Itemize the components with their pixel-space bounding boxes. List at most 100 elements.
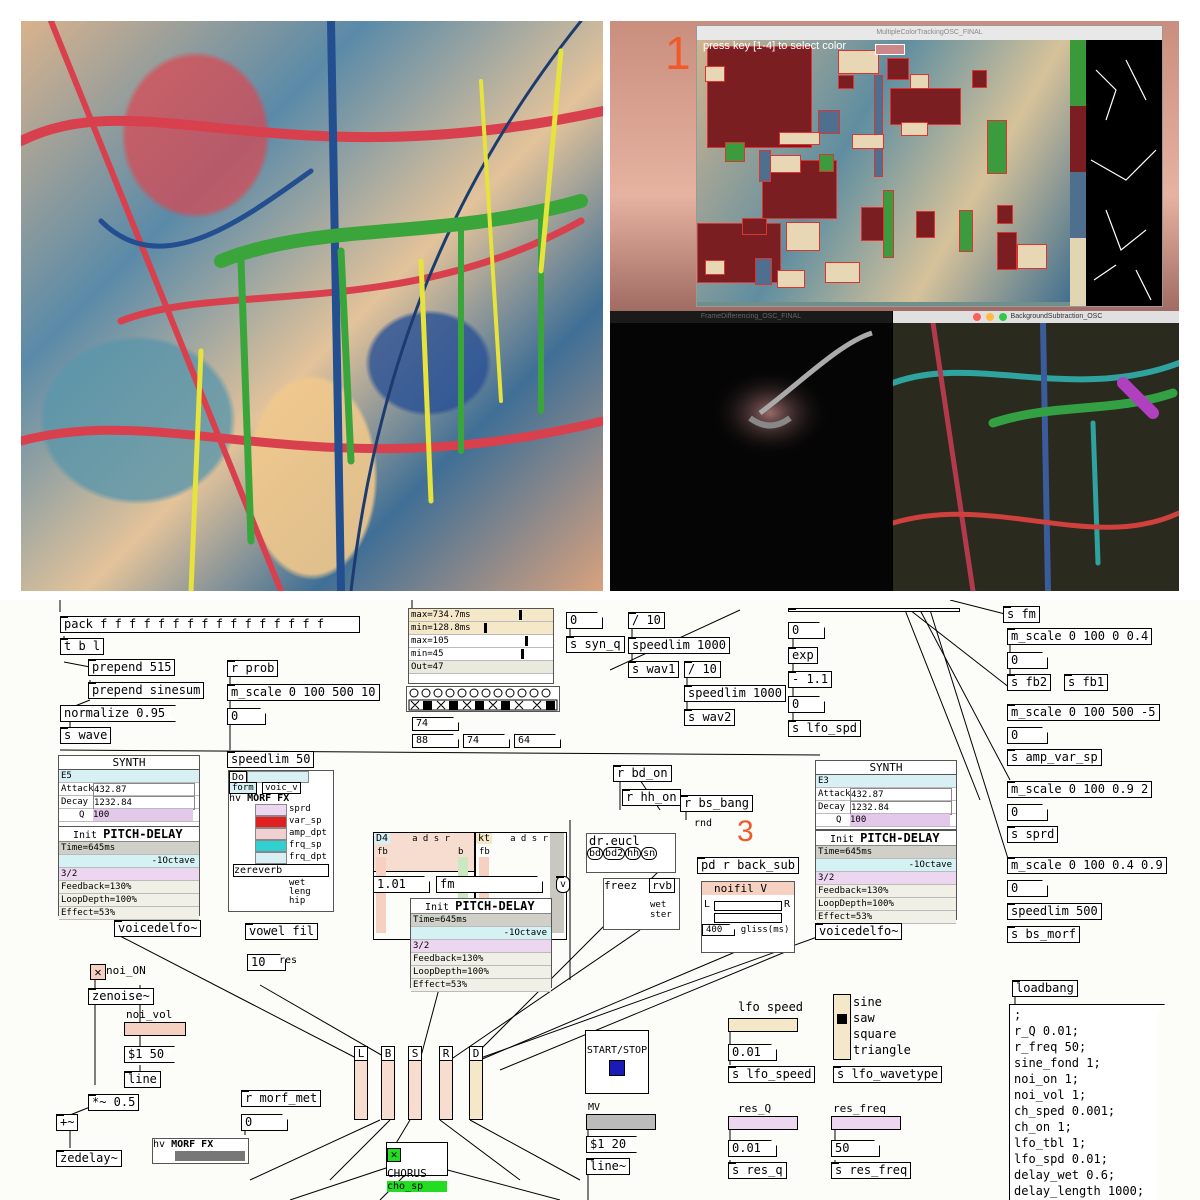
line-tilde-object[interactable]: line~ [586,1158,631,1175]
speedlim-1000b-object[interactable]: speedlim 1000 [684,685,786,702]
chorus-speed[interactable]: cho_sp [387,1181,447,1192]
send-wav2-object[interactable]: s wav2 [684,709,736,726]
minimize-icon[interactable] [985,313,994,321]
send-wav1-object[interactable]: s wav1 [628,661,680,678]
loop-row-2[interactable]: LoopDepth=100% [411,966,551,979]
zereverb-label[interactable]: zereverb [233,864,329,877]
q-row[interactable]: Q 100 [59,809,199,822]
top-object[interactable] [788,608,960,612]
zedelay-object[interactable]: zedelay~ [56,1150,122,1167]
chorus-panel[interactable]: ✕ CHORUS cho_sp [386,1142,448,1192]
frame-differencing-window[interactable]: FrameDifferencing_OSC_FINAL [610,311,892,591]
div10b-object[interactable]: / 10 [684,661,721,678]
waveform-radio[interactable] [833,994,851,1060]
syn-q-number[interactable]: 0 [566,612,603,629]
voicedelfo-right[interactable]: voicedelfo~ [815,923,903,940]
pitch-delay-right[interactable]: Init PITCH-DELAY Time=645ms -1Octave 3/2… [815,830,957,924]
mscale-bs-object[interactable]: m_scale 0 100 0.4 0.9 [1007,857,1167,874]
vowel-fil-object[interactable]: vowel fil [245,923,319,940]
morf-met-number[interactable]: 0 [241,1114,288,1131]
speedlim-500-object[interactable]: speedlim 500 [1007,903,1102,920]
line-object[interactable]: line [124,1071,161,1088]
time-row[interactable]: Time=645ms [59,842,199,855]
send-fb2-object[interactable]: s fb2 [1007,674,1052,691]
decay-row[interactable]: Decay 1232.84 [59,796,199,810]
effect-row-2[interactable]: Effect=53% [411,979,551,992]
chorus-toggle[interactable]: ✕ [387,1148,401,1162]
speedlim-1000-object[interactable]: speedlim 1000 [628,637,730,654]
mscale-sprd-object[interactable]: m_scale 0 100 0.9 2 [1007,781,1153,798]
step-toggle-row[interactable] [406,686,560,712]
synth-right-note[interactable]: E3 [816,775,956,788]
background-subtraction-window[interactable]: BackgroundSubtraction_OSC [893,311,1179,591]
bd2-toggle[interactable]: bd2 [603,847,626,860]
bs-number[interactable]: 0 [1007,880,1048,897]
mixer-slider-B[interactable]: B [381,1046,395,1120]
octave-row-3[interactable]: -1Octave [816,859,956,872]
rvb-label[interactable]: rvb [649,878,676,893]
mixer-slider-L[interactable]: L [354,1046,368,1120]
morf-sliders[interactable]: sprd var_sp amp_dpt frq_sp frq_dpt [229,804,333,864]
num-64[interactable]: 64 [514,734,561,748]
morf-fx-panel[interactable]: Do form voic_v hv MORF FX sprd var_sp am… [228,770,334,912]
minus-object[interactable]: - 1.1 [788,671,833,688]
send-fb1-object[interactable]: s fb1 [1064,674,1109,691]
receive-prob-object[interactable]: r prob [227,660,279,677]
min-row[interactable]: min=45 [409,648,553,661]
prepend-515-object[interactable]: prepend 515 [88,659,176,676]
morf-fx-small[interactable]: hv MORF FX [152,1138,249,1164]
fb-number[interactable]: 0 [1007,652,1048,669]
mixer-slider-S[interactable]: S [408,1046,422,1120]
div10-object[interactable]: / 10 [628,612,665,629]
time-row-2[interactable]: Time=645ms [411,914,551,927]
octave-row-2[interactable]: -1Octave [411,927,551,940]
send-res-freq[interactable]: s res_freq [831,1162,912,1179]
max-row[interactable]: max=105 [409,635,553,648]
q-row-right[interactable]: Q 100 [816,814,956,827]
mscale-amp-object[interactable]: m_scale 0 100 500 -5 [1007,704,1160,721]
send-lfo-spd-object[interactable]: s lfo_spd [788,720,862,737]
loadbang-object[interactable]: loadbang [1012,980,1078,997]
normalize-message[interactable]: normalize 0.95 [60,705,176,722]
dollar-1-20-message[interactable]: $1 20 [586,1136,637,1153]
synth-right-panel[interactable]: SYNTH E3 Attack 432.87 Decay 1232.84 Q 1… [815,760,957,830]
send-syn-q-object[interactable]: s syn_q [566,636,625,653]
v-object[interactable]: v [556,876,571,893]
noifil-panel[interactable]: noifil V L R 400 gliss(ms) [701,881,795,953]
noi-on-toggle[interactable]: ✕ [90,964,106,980]
time-row-3[interactable]: Time=645ms [816,846,956,859]
num-74b[interactable]: 74 [463,734,510,748]
dollar-1-50-message[interactable]: $1 50 [124,1046,175,1063]
pitch-delay-left[interactable]: Init PITCH-DELAY Time=645ms -1Octave 3/2… [58,826,200,920]
exp-object[interactable]: exp [788,647,818,664]
bd-toggle[interactable]: bd [587,847,604,860]
attack-row[interactable]: Attack 432.87 [59,783,199,797]
amp-number[interactable]: 0 [1007,727,1048,744]
lfo-number-a[interactable]: 0 [788,622,825,639]
res-q-slider[interactable] [728,1116,798,1130]
receive-morf-met[interactable]: r morf_met [241,1090,322,1107]
decay-row-right[interactable]: Decay 1232.84 [816,801,956,815]
freeze-rvb-panel[interactable]: freez rvb wet ster [603,878,680,930]
feedback-row-2[interactable]: Feedback=130% [411,953,551,966]
pd-patch-canvas[interactable]: pack f f f f f f f f f f f f f f f f t b… [0,600,1200,1200]
res-freq-slider[interactable] [831,1116,901,1130]
mixer-slider-R[interactable]: R [439,1046,453,1120]
num-88[interactable]: 88 [412,734,459,748]
mscale-fb-object[interactable]: m_scale 0 100 0 0.4 [1007,628,1153,645]
attack-row-right[interactable]: Attack 432.87 [816,788,956,802]
metro-gui[interactable]: max=734.7ms min=128.8ms max=105 min=45 O… [408,608,554,684]
trigger-object[interactable]: t b l [60,638,105,655]
zenoise-object[interactable]: zenoise~ [88,988,154,1005]
send-lfo-wavetype[interactable]: s lfo_wavetype [833,1066,943,1083]
close-icon[interactable] [972,313,981,321]
receive-bs-bang[interactable]: r bs_bang [680,795,754,812]
num-74a[interactable]: 74 [412,717,459,731]
mixer-slider-D[interactable]: D [469,1046,483,1120]
plus-object[interactable]: +~ [56,1114,79,1131]
prepend-sinesum-object[interactable]: prepend sinesum [88,682,205,699]
octave-row[interactable]: -1Octave [59,855,199,868]
maximize-icon[interactable] [998,313,1007,321]
synth-left-panel[interactable]: SYNTH E5 Attack 432.87 Decay 1232.84 Q 1… [58,755,200,827]
res-q-number[interactable]: 0.01 [728,1140,777,1157]
